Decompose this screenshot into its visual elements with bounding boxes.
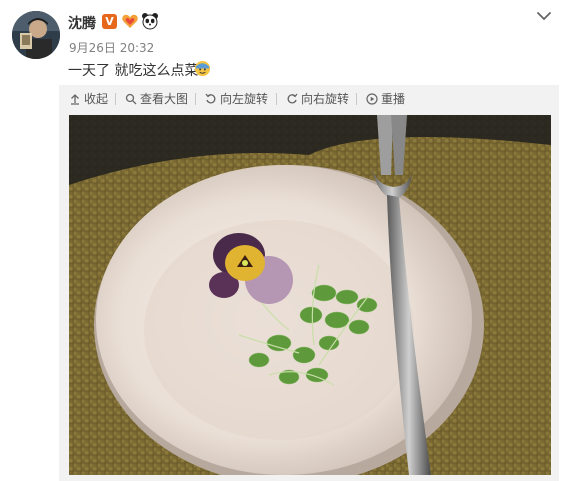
avatar[interactable] — [12, 11, 60, 59]
media-panel: 收起 查看大图 向左旋转 向右旋转 重播 — [59, 85, 559, 481]
image-toolbar: 收起 查看大图 向左旋转 向右旋转 重播 — [59, 85, 559, 113]
toolbar-divider — [356, 93, 357, 105]
view-large-label: 查看大图 — [140, 92, 189, 106]
toolbar-divider — [276, 93, 277, 105]
username[interactable]: 沈腾 — [68, 13, 96, 33]
slideshow-label: 重播 — [381, 92, 406, 106]
play-circle-icon — [366, 93, 378, 105]
view-large-button[interactable]: 查看大图 — [125, 91, 188, 107]
rotate-left-label: 向左旋转 — [220, 92, 269, 106]
panda-badge-icon[interactable] — [141, 12, 159, 30]
chevron-down-icon[interactable] — [536, 9, 552, 23]
rotate-right-icon — [287, 93, 298, 104]
collapse-button[interactable]: 收起 — [69, 91, 108, 107]
collapse-label: 收起 — [84, 92, 109, 106]
slideshow-button[interactable]: 重播 — [366, 91, 405, 107]
post-photo[interactable] — [69, 115, 551, 475]
heart-badge-icon[interactable] — [121, 12, 139, 30]
verified-v-icon: V — [102, 14, 117, 29]
magnifier-icon — [125, 93, 137, 105]
post-text: 一天了 就吃这么点菜 — [68, 63, 199, 79]
rotate-right-label: 向右旋转 — [301, 92, 350, 106]
weibo-post: 沈腾 V 9月26日 20:32 一天了 就吃这么点菜 收起 查看大图 向左旋转… — [0, 0, 573, 481]
rotate-right-button[interactable]: 向右旋转 — [286, 91, 349, 107]
toolbar-divider — [115, 93, 116, 105]
rotate-left-icon — [205, 93, 216, 104]
rotate-left-button[interactable]: 向左旋转 — [205, 91, 268, 107]
toolbar-divider — [195, 93, 196, 105]
post-timestamp[interactable]: 9月26日 20:32 — [69, 39, 154, 56]
arrow-up-icon — [71, 94, 79, 105]
emoji-icon — [194, 60, 211, 77]
photo-image — [69, 115, 551, 475]
